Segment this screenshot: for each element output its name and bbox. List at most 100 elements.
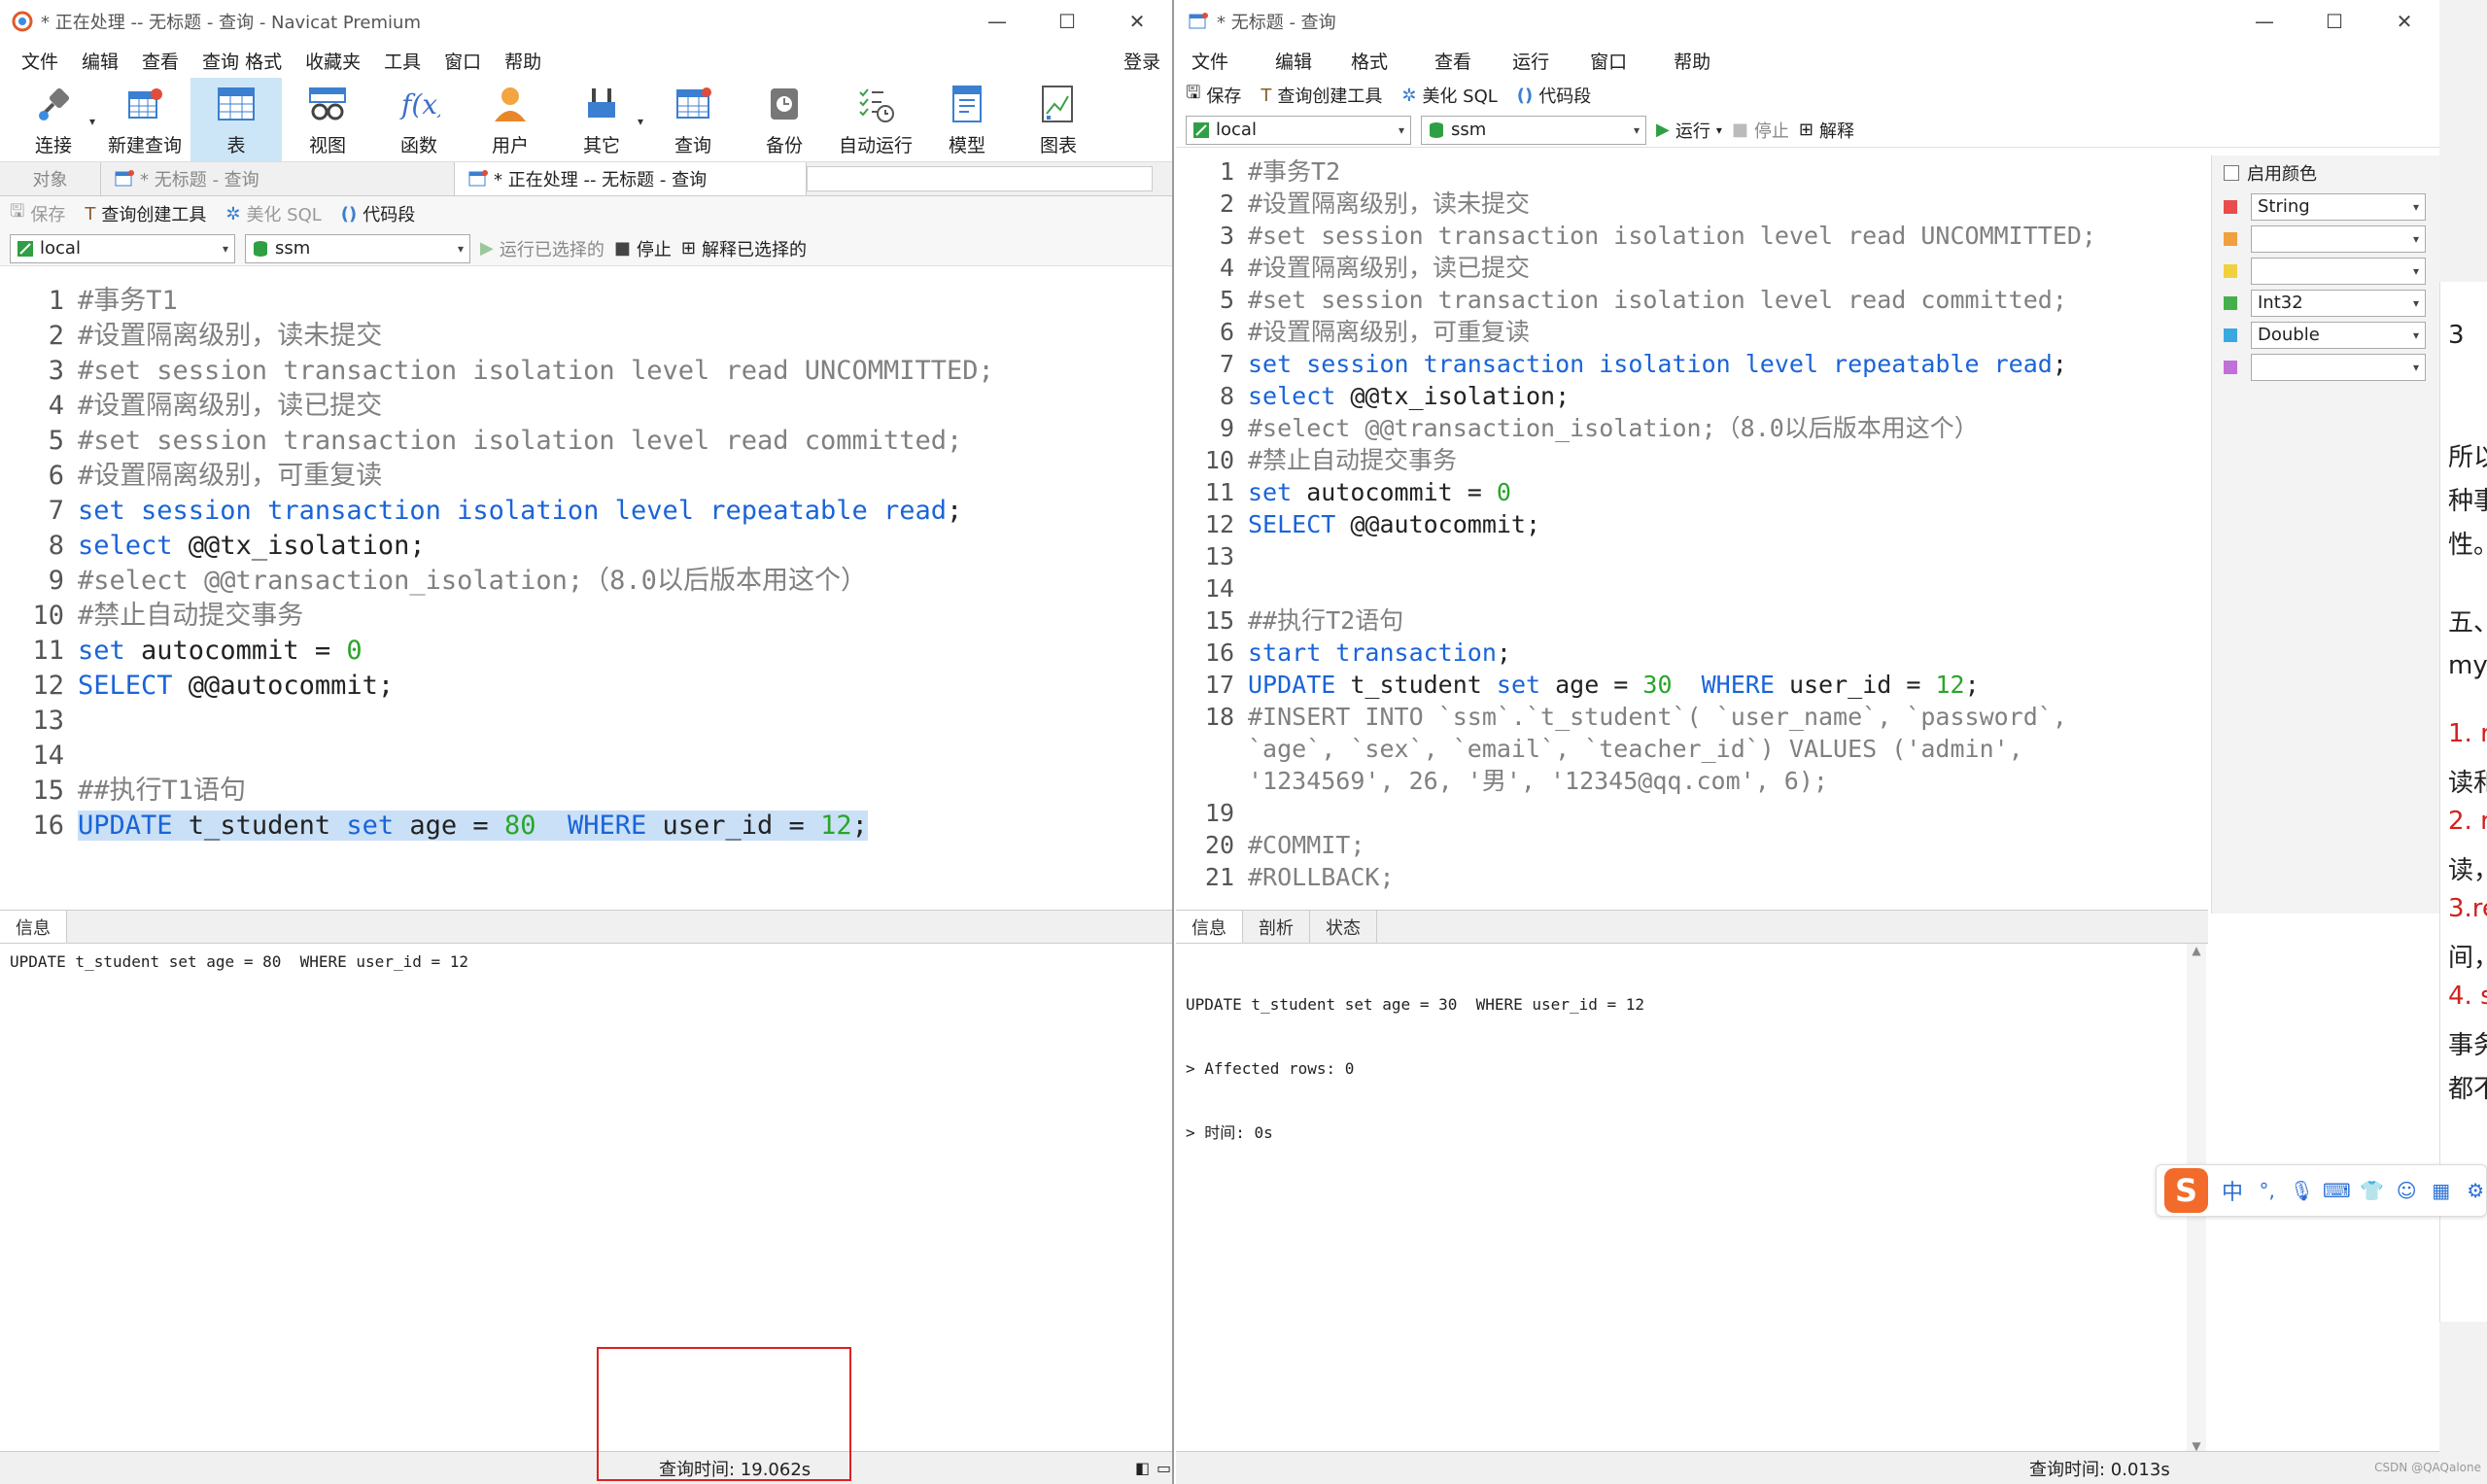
maximize-button[interactable]: ☐ xyxy=(1032,0,1102,43)
type-select[interactable]: String ▾ xyxy=(2251,192,2426,221)
tab-profile[interactable]: 剖析 xyxy=(1243,911,1310,943)
code-line[interactable]: 9 #select @@transaction_isolation;（8.0以后版… xyxy=(0,564,1172,599)
color-swatch[interactable] xyxy=(2224,360,2237,374)
type-select[interactable]: Double ▾ xyxy=(2251,321,2426,349)
code-line[interactable]: 3 #set session transaction isolation leve… xyxy=(0,354,1172,389)
new-query-button[interactable]: 新建查询 xyxy=(99,78,190,161)
code-line[interactable]: 18 #INSERT INTO `ssm`.`t_student`( `user_… xyxy=(1176,701,2208,733)
code-line[interactable]: 17 UPDATE t_student set age = 30 WHERE us… xyxy=(1176,669,2208,701)
code-line[interactable]: 12 SELECT @@autocommit; xyxy=(0,669,1172,704)
menu-file[interactable]: 文件 xyxy=(10,48,70,74)
explain-selected-button[interactable]: ⊞ 解释已选择的 xyxy=(681,236,807,261)
type-select[interactable]: Int32 ▾ xyxy=(2251,289,2426,317)
layout-toggle-icon[interactable]: ◧ xyxy=(1135,1459,1150,1477)
menu-help[interactable]: 帮助 xyxy=(493,48,553,74)
stop-button[interactable]: ■ 停止 xyxy=(1732,118,1789,143)
menu-window[interactable]: 窗口 xyxy=(1578,48,1639,74)
code-line[interactable]: 8 select @@tx_isolation; xyxy=(0,529,1172,564)
code-line[interactable]: 13 xyxy=(1176,540,2208,572)
code-line[interactable]: 4 #设置隔离级别，读已提交 xyxy=(0,389,1172,424)
code-line[interactable]: 16 start transaction; xyxy=(1176,637,2208,669)
type-select[interactable]: ▾ xyxy=(2251,353,2426,381)
maximize-button[interactable]: ☐ xyxy=(2299,0,2369,43)
chart-button[interactable]: 图表 xyxy=(1013,78,1104,161)
database-select[interactable]: ssm ▾ xyxy=(245,233,470,263)
enable-color-checkbox[interactable] xyxy=(2224,165,2239,181)
user-button[interactable]: 用户 xyxy=(465,78,556,161)
code-line[interactable]: 2 #设置隔离级别，读未提交 xyxy=(1176,188,2208,220)
skin-shirt-icon[interactable]: 👕 xyxy=(2360,1179,2384,1202)
code-line[interactable]: 20 #COMMIT; xyxy=(1176,829,2208,861)
code-snippet-button[interactable]: () 代码段 xyxy=(341,201,415,226)
code-line[interactable]: 12 SELECT @@autocommit; xyxy=(1176,508,2208,540)
login-link[interactable]: 登录 xyxy=(1112,48,1172,74)
code-line[interactable]: 15 ##执行T2语句 xyxy=(1176,604,2208,637)
save-button[interactable]: 🖫 保存 xyxy=(1186,81,1241,110)
run-button[interactable]: ▶ 运行 ▾ xyxy=(1656,118,1722,143)
code-line[interactable]: 2 #设置隔离级别，读未提交 xyxy=(0,319,1172,354)
automation-button[interactable]: 自动运行 xyxy=(830,78,921,161)
stop-button[interactable]: ■ 停止 xyxy=(614,236,672,261)
tab-objects[interactable]: 对象 xyxy=(0,162,101,195)
keyboard-icon[interactable]: ⌨ xyxy=(2323,1179,2351,1202)
sql-editor[interactable]: 1 #事务T1 2 #设置隔离级别，读未提交 3 #set session transac… xyxy=(0,282,1172,910)
view-button[interactable]: 视图 xyxy=(282,78,373,161)
emoticon-icon[interactable]: ☺ xyxy=(2396,1179,2417,1202)
backup-button[interactable]: 备份 xyxy=(739,78,830,161)
tab-info[interactable]: 信息 xyxy=(1176,911,1243,943)
ime-punctuation-toggle[interactable]: °, xyxy=(2257,1179,2278,1202)
menu-format[interactable]: 格式 xyxy=(1339,48,1399,74)
code-line[interactable]: 3 #set session transaction isolation leve… xyxy=(1176,220,2208,252)
tab-processing-query[interactable]: * 正在处理 -- 无标题 - 查询 xyxy=(455,162,807,195)
code-line[interactable]: 11 set autocommit = 0 xyxy=(0,634,1172,669)
tab-info[interactable]: 信息 xyxy=(0,911,67,943)
menu-view[interactable]: 查看 xyxy=(1423,48,1483,74)
code-line[interactable]: 6 #设置隔离级别，可重复读 xyxy=(0,459,1172,494)
code-line[interactable]: 10 #禁止自动提交事务 xyxy=(0,599,1172,634)
menu-window[interactable]: 窗口 xyxy=(432,48,493,74)
menu-view[interactable]: 查看 xyxy=(130,48,190,74)
menu-run[interactable]: 运行 xyxy=(1501,48,1561,74)
color-swatch[interactable] xyxy=(2224,199,2237,214)
code-line[interactable]: 14 xyxy=(0,739,1172,774)
query-button[interactable]: 查询 xyxy=(647,78,739,161)
type-select[interactable]: ▾ xyxy=(2251,257,2426,285)
connection-select[interactable]: local ▾ xyxy=(1186,115,1411,145)
code-line[interactable]: 14 xyxy=(1176,572,2208,604)
type-select[interactable]: ▾ xyxy=(2251,224,2426,253)
close-button[interactable]: ✕ xyxy=(2369,0,2439,43)
microphone-icon[interactable]: 🎙 xyxy=(2290,1179,2314,1202)
code-line[interactable]: 7 set session transaction isolation level… xyxy=(0,494,1172,529)
scroll-up-icon[interactable]: ▲ xyxy=(2187,944,2206,957)
menu-help[interactable]: 帮助 xyxy=(1662,48,1722,74)
table-button[interactable]: 表 xyxy=(190,78,282,161)
code-line[interactable]: 1 #事务T1 xyxy=(0,284,1172,319)
model-button[interactable]: 模型 xyxy=(921,78,1013,161)
code-line[interactable]: 11 set autocommit = 0 xyxy=(1176,476,2208,508)
code-line[interactable]: 6 #设置隔离级别，可重复读 xyxy=(1176,316,2208,348)
code-line[interactable]: 1 #事务T2 xyxy=(1176,155,2208,188)
other-button[interactable]: 其它 ▾ xyxy=(556,78,647,161)
tab-status[interactable]: 状态 xyxy=(1310,911,1377,943)
save-button[interactable]: 🖫 保存 xyxy=(10,199,65,228)
menu-edit[interactable]: 编辑 xyxy=(70,48,130,74)
code-snippet-button[interactable]: () 代码段 xyxy=(1517,83,1591,108)
beautify-sql-button[interactable]: ✲ 美化 SQL xyxy=(225,201,321,226)
code-line[interactable]: 13 xyxy=(0,704,1172,739)
code-line[interactable]: 16 UPDATE t_student set age = 80 WHERE us… xyxy=(0,809,1172,844)
code-line[interactable]: 10 #禁止自动提交事务 xyxy=(1176,444,2208,476)
close-button[interactable]: ✕ xyxy=(1102,0,1172,43)
menu-edit[interactable]: 编辑 xyxy=(1263,48,1324,74)
explain-button[interactable]: ⊞ 解释 xyxy=(1799,118,1854,143)
sql-editor[interactable]: 1 #事务T2 2 #设置隔离级别，读未提交 3 #set session transac… xyxy=(1176,154,2208,910)
code-line[interactable]: 7 set session transaction isolation level… xyxy=(1176,348,2208,380)
settings-gear-icon[interactable]: ⚙ xyxy=(2465,1179,2486,1202)
code-line[interactable]: 9 #select @@transaction_isolation;（8.0以后版… xyxy=(1176,412,2208,444)
code-line[interactable]: 5 #set session transaction isolation leve… xyxy=(1176,284,2208,316)
database-select[interactable]: ssm ▾ xyxy=(1421,115,1646,145)
color-swatch[interactable] xyxy=(2224,328,2237,342)
menu-favorites[interactable]: 收藏夹 xyxy=(294,48,372,74)
code-line[interactable]: 15 ##执行T1语句 xyxy=(0,774,1172,809)
color-swatch[interactable] xyxy=(2224,263,2237,278)
code-line[interactable]: 5 #set session transaction isolation leve… xyxy=(0,424,1172,459)
